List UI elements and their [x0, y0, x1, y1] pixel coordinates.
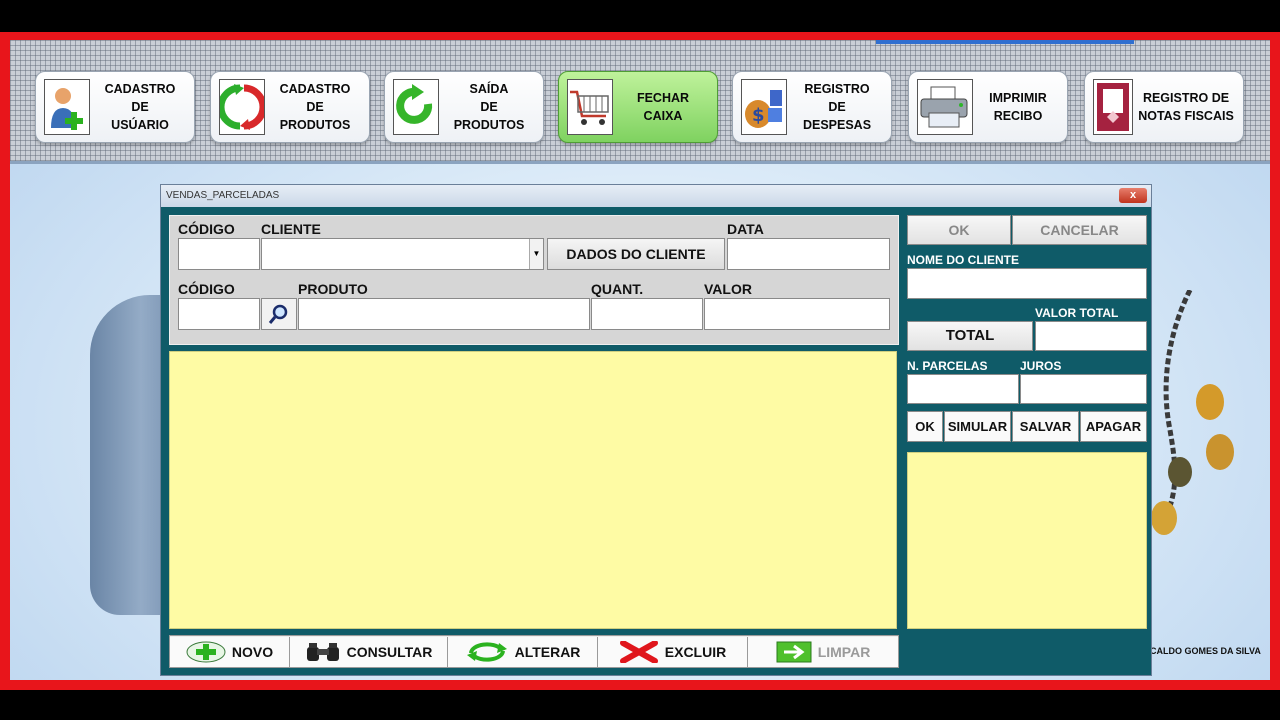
cancelar-button[interactable]: CANCELAR	[1012, 215, 1147, 245]
svg-text:$: $	[752, 105, 765, 126]
ok-button[interactable]: OK	[907, 215, 1011, 245]
codigo-field[interactable]	[178, 238, 260, 270]
excluir-button[interactable]: EXCLUIR	[598, 637, 748, 667]
consultar-button[interactable]: CONSULTAR	[290, 637, 448, 667]
registro-notas-fiscais-label: REGISTRO DE NOTAS FISCAIS	[1138, 91, 1234, 123]
excluir-label: EXCLUIR	[664, 644, 727, 660]
vendas-parceladas-window: VENDAS_PARCELADAS x CÓDIGO CLIENTE DATA …	[160, 184, 1152, 676]
codigo-produto-field[interactable]	[178, 298, 260, 330]
fechar-caixa-button[interactable]: FECHAR CAIXA	[558, 71, 718, 143]
quant-field[interactable]	[591, 298, 703, 330]
valor-label: VALOR	[704, 281, 752, 297]
limpar-button[interactable]: LIMPAR	[748, 637, 898, 667]
binoculars-icon	[305, 641, 341, 663]
action-bar: NOVO CONSULTAR ALTERAR EXCLUIR LIMPAR	[169, 635, 899, 668]
printer-icon	[917, 79, 973, 135]
letterbox-top	[0, 0, 1280, 32]
data-label: DATA	[727, 221, 764, 237]
quant-label: QUANT.	[591, 281, 644, 297]
toolbar-strip	[876, 40, 1134, 44]
refresh-arrows-icon	[219, 79, 265, 135]
nome-cliente-label: NOME DO CLIENTE	[907, 253, 1020, 267]
app-screen: CADASTRO DE USÚARIO CADASTRO DE PRODUTOS	[10, 40, 1270, 680]
imprimir-recibo-label: IMPRIMIR RECIBO	[989, 91, 1047, 123]
form-panel: CÓDIGO CLIENTE DATA ▼ DADOS DO CLIENTE C…	[169, 215, 899, 345]
user-add-icon	[44, 79, 90, 135]
document-icon	[1093, 79, 1133, 135]
imprimir-recibo-button[interactable]: IMPRIMIR RECIBO	[908, 71, 1068, 143]
alterar-button[interactable]: ALTERAR	[448, 637, 598, 667]
codigo-produto-label: CÓDIGO	[178, 281, 235, 297]
novo-label: NOVO	[231, 644, 274, 660]
window-title: VENDAS_PARCELADAS	[161, 185, 1151, 207]
necklace-photo	[1150, 288, 1240, 590]
registro-despesas-button[interactable]: $ REGISTRO DE DESPESAS	[732, 71, 892, 143]
valor-field[interactable]	[704, 298, 890, 330]
limpar-label: LIMPAR	[817, 644, 871, 660]
cadastro-produtos-label: CADASTRO DE PRODUTOS	[279, 82, 351, 132]
alterar-label: ALTERAR	[514, 644, 581, 660]
total-button[interactable]: TOTAL	[907, 321, 1033, 351]
simular-button[interactable]: SIMULAR	[944, 411, 1011, 442]
valor-total-label: VALOR TOTAL	[1035, 306, 1119, 320]
cadastro-usuario-label: CADASTRO DE USÚARIO	[104, 82, 176, 132]
data-field[interactable]	[727, 238, 890, 270]
nome-cliente-field[interactable]	[907, 268, 1147, 299]
delete-x-icon	[619, 641, 659, 663]
cliente-label: CLIENTE	[261, 221, 321, 237]
saida-produtos-label: SAÍDA DE PRODUTOS	[453, 82, 525, 132]
juros-field[interactable]	[1020, 374, 1147, 404]
produto-field[interactable]	[298, 298, 590, 330]
salvar-button[interactable]: SALVAR	[1012, 411, 1079, 442]
produto-label: PRODUTO	[298, 281, 368, 297]
letterbox-bottom	[0, 690, 1280, 720]
chevron-down-icon[interactable]: ▼	[529, 239, 543, 269]
clear-arrow-icon	[776, 641, 812, 663]
n-parcelas-label: N. PARCELAS	[907, 359, 988, 373]
circular-arrow-icon	[393, 79, 439, 135]
cadastro-produtos-button[interactable]: CADASTRO DE PRODUTOS	[210, 71, 370, 143]
dados-do-cliente-button[interactable]: DADOS DO CLIENTE	[547, 238, 725, 270]
juros-label: JUROS	[1020, 359, 1062, 373]
close-button[interactable]: x	[1119, 188, 1147, 203]
search-button[interactable]	[261, 298, 297, 330]
parcelas-grid[interactable]	[907, 452, 1147, 629]
valor-total-field[interactable]	[1035, 321, 1147, 351]
add-icon	[186, 641, 226, 663]
search-icon	[268, 304, 288, 324]
shopping-cart-icon	[567, 79, 613, 135]
main-toolbar: CADASTRO DE USÚARIO CADASTRO DE PRODUTOS	[10, 40, 1270, 164]
novo-button[interactable]: NOVO	[170, 637, 290, 667]
registro-despesas-label: REGISTRO DE DESPESAS	[802, 82, 872, 132]
sync-icon	[465, 641, 509, 663]
money-bag-icon: $	[741, 79, 787, 135]
fechar-caixa-label: FECHAR CAIXA	[636, 91, 690, 123]
saida-produtos-button[interactable]: SAÍDA DE PRODUTOS	[384, 71, 544, 143]
apagar-button[interactable]: APAGAR	[1080, 411, 1147, 442]
registro-notas-fiscais-button[interactable]: REGISTRO DE NOTAS FISCAIS	[1084, 71, 1244, 143]
n-parcelas-field[interactable]	[907, 374, 1019, 404]
cliente-combo[interactable]: ▼	[261, 238, 544, 270]
credit-text: CALDO GOMES DA SILVA	[1150, 646, 1261, 656]
codigo-label: CÓDIGO	[178, 221, 235, 237]
items-grid[interactable]	[169, 351, 897, 629]
ok-parcelas-button[interactable]: OK	[907, 411, 943, 442]
cadastro-usuario-button[interactable]: CADASTRO DE USÚARIO	[35, 71, 195, 143]
consultar-label: CONSULTAR	[346, 644, 433, 660]
